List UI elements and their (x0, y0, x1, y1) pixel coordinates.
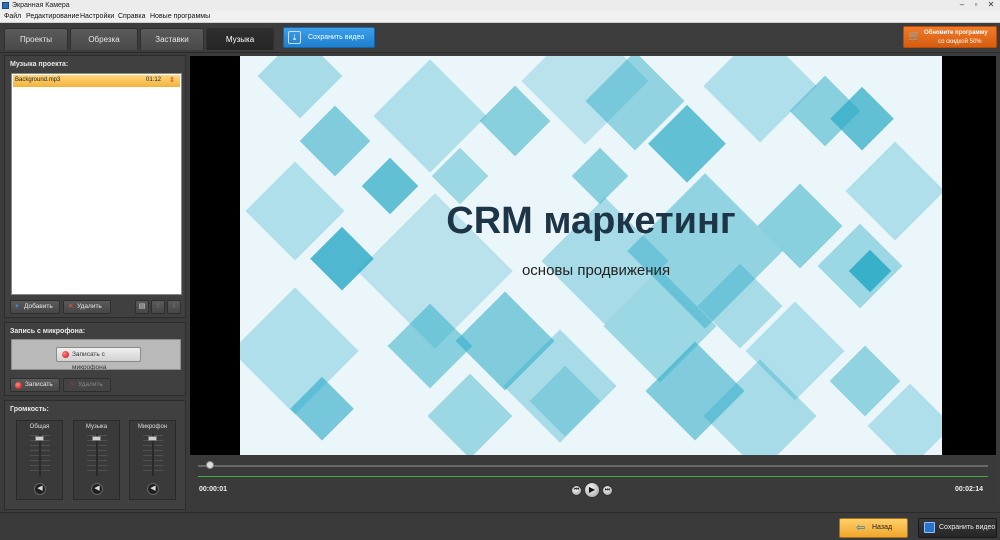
delete-x-icon: ✕ (68, 303, 74, 310)
back-button[interactable]: ⇦ Назад (839, 518, 908, 538)
slide-subtitle: основы продвижения (521, 262, 671, 279)
track-duration: 01:12 (146, 77, 162, 83)
speaker-icon[interactable]: ◀ (91, 483, 103, 495)
next-icon[interactable]: ⏭ (602, 485, 613, 496)
window-titlebar: Экранная Камера – ▫ ✕ (0, 0, 1000, 11)
volume-slider-music[interactable] (92, 436, 101, 441)
floppy-icon (924, 522, 935, 533)
close-window-button[interactable]: ✕ (984, 0, 998, 11)
app-icon (2, 2, 9, 9)
delete-x-icon: ✕ (69, 381, 75, 388)
speaker-icon[interactable]: ◀ (34, 483, 46, 495)
preview-slide: CRM маркетинг основы продвижения (240, 56, 942, 455)
seek-handle[interactable] (205, 461, 214, 469)
menu-edit[interactable]: Редактирование (26, 13, 79, 21)
arrow-left-icon: ⇦ (856, 522, 866, 534)
previous-icon[interactable]: ⏮ (571, 485, 582, 496)
tab-intros[interactable]: Заставки (140, 28, 204, 50)
menu-file[interactable]: Файл (4, 13, 21, 21)
track-name: Background.mp3 (15, 77, 61, 83)
video-preview: CRM маркетинг основы продвижения (190, 56, 996, 455)
save-video-button[interactable]: ⤓ Сохранить видео (283, 27, 375, 48)
delete-music-button[interactable]: ✕ Удалить (63, 300, 111, 314)
move-up-icon[interactable]: ⇧ (151, 300, 165, 314)
remove-track-icon[interactable]: ⇕ (169, 76, 175, 84)
menu-bar: Файл Редактирование Настройки Справка Но… (0, 11, 1000, 23)
volume-slider-microphone[interactable] (148, 436, 157, 441)
plus-icon: + (15, 303, 19, 310)
cart-icon: 🛒 (908, 31, 921, 42)
menu-help[interactable]: Справка (118, 13, 145, 21)
volume-music: Музыка ◀ (73, 420, 120, 500)
maximize-button[interactable]: ▫ (969, 0, 983, 11)
volume-general: Общая ◀ (16, 420, 63, 500)
save-video-bottom-button[interactable]: Сохранить видео (918, 518, 997, 538)
volume-microphone: Микрофон ◀ (129, 420, 176, 500)
download-icon: ⤓ (288, 31, 301, 44)
move-down-icon[interactable]: ⇩ (167, 300, 181, 314)
record-button[interactable]: Записать (10, 378, 60, 392)
timeline-line (198, 476, 988, 477)
volume-slider-general[interactable] (35, 436, 44, 441)
tabs-bar: Проекты Обрезка Заставки Музыка (0, 23, 1000, 53)
play-icon[interactable]: ▶ (584, 482, 600, 498)
upgrade-button[interactable]: 🛒 Обновите программу со скидкой 50% (903, 26, 997, 48)
slide-title: CRM маркетинг (446, 200, 736, 242)
speaker-icon[interactable]: ◀ (147, 483, 159, 495)
music-settings-icon[interactable]: ▤ (135, 300, 149, 314)
record-icon (62, 351, 69, 358)
record-icon (15, 382, 22, 389)
tab-trim[interactable]: Обрезка (70, 28, 138, 50)
seek-bar[interactable] (198, 465, 988, 467)
record-from-mic-button[interactable]: Записать с микрофона (56, 347, 141, 371)
total-time: 00:02:14 (955, 486, 984, 493)
list-item[interactable]: Background.mp3 01:12 ⇕ (13, 75, 180, 87)
volume-section-title: Громкость: (10, 406, 49, 413)
window-title: Экранная Камера (12, 2, 70, 9)
minimize-button[interactable]: – (955, 0, 969, 11)
volume-section: Громкость: Общая ◀ Музыка ◀ Микрофон ◀ (4, 400, 186, 510)
player-controls: 00:00:01 00:02:14 ⏮ ▶ ⏭ (190, 455, 996, 510)
mic-record-area: Записать с микрофона (11, 339, 181, 371)
menu-new-programs[interactable]: Новые программы (150, 13, 210, 21)
diamond-background (240, 56, 942, 455)
mic-section: Запись с микрофона: Записать с микрофона… (4, 322, 186, 396)
left-panel: Музыка проекта: Background.mp3 01:12 ⇕ +… (4, 55, 186, 510)
add-music-button[interactable]: + Добавить (10, 300, 60, 314)
music-list[interactable]: Background.mp3 01:12 ⇕ (11, 73, 182, 295)
current-time: 00:00:01 (199, 486, 228, 493)
tab-music[interactable]: Музыка (206, 28, 274, 50)
mic-section-title: Запись с микрофона: (10, 328, 86, 335)
delete-recording-button[interactable]: ✕ Удалить (63, 378, 111, 392)
music-section: Музыка проекта: Background.mp3 01:12 ⇕ +… (4, 55, 186, 318)
menu-settings[interactable]: Настройки (80, 13, 114, 21)
tab-projects[interactable]: Проекты (4, 28, 68, 50)
music-section-title: Музыка проекта: (10, 61, 69, 68)
